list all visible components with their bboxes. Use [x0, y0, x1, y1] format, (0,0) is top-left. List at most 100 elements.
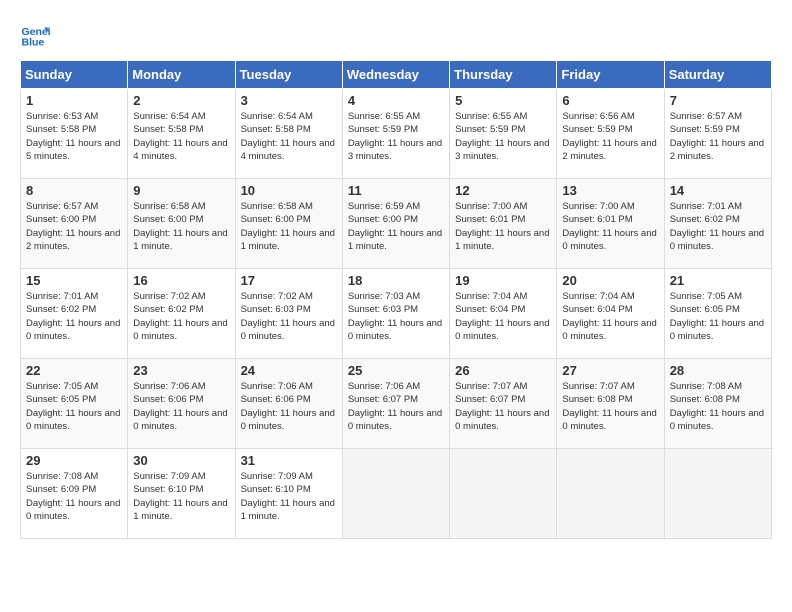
calendar-cell: 10 Sunrise: 6:58 AM Sunset: 6:00 PM Dayl…	[235, 179, 342, 269]
calendar-cell: 31 Sunrise: 7:09 AM Sunset: 6:10 PM Dayl…	[235, 449, 342, 539]
day-number: 20	[562, 273, 658, 288]
day-number: 18	[348, 273, 444, 288]
calendar-cell: 6 Sunrise: 6:56 AM Sunset: 5:59 PM Dayli…	[557, 89, 664, 179]
day-number: 6	[562, 93, 658, 108]
calendar-cell: 28 Sunrise: 7:08 AM Sunset: 6:08 PM Dayl…	[664, 359, 771, 449]
day-number: 17	[241, 273, 337, 288]
day-info: Sunrise: 7:01 AM Sunset: 6:02 PM Dayligh…	[26, 290, 122, 343]
calendar-cell: 15 Sunrise: 7:01 AM Sunset: 6:02 PM Dayl…	[21, 269, 128, 359]
calendar-week-1: 1 Sunrise: 6:53 AM Sunset: 5:58 PM Dayli…	[21, 89, 772, 179]
calendar-cell: 21 Sunrise: 7:05 AM Sunset: 6:05 PM Dayl…	[664, 269, 771, 359]
day-number: 15	[26, 273, 122, 288]
calendar-cell: 16 Sunrise: 7:02 AM Sunset: 6:02 PM Dayl…	[128, 269, 235, 359]
calendar-table: SundayMondayTuesdayWednesdayThursdayFrid…	[20, 60, 772, 539]
calendar-cell: 19 Sunrise: 7:04 AM Sunset: 6:04 PM Dayl…	[450, 269, 557, 359]
day-info: Sunrise: 7:06 AM Sunset: 6:07 PM Dayligh…	[348, 380, 444, 433]
calendar-cell: 5 Sunrise: 6:55 AM Sunset: 5:59 PM Dayli…	[450, 89, 557, 179]
day-info: Sunrise: 7:05 AM Sunset: 6:05 PM Dayligh…	[26, 380, 122, 433]
day-info: Sunrise: 7:06 AM Sunset: 6:06 PM Dayligh…	[241, 380, 337, 433]
day-number: 14	[670, 183, 766, 198]
day-info: Sunrise: 7:05 AM Sunset: 6:05 PM Dayligh…	[670, 290, 766, 343]
calendar-cell: 17 Sunrise: 7:02 AM Sunset: 6:03 PM Dayl…	[235, 269, 342, 359]
day-number: 21	[670, 273, 766, 288]
calendar-cell	[342, 449, 449, 539]
calendar-week-5: 29 Sunrise: 7:08 AM Sunset: 6:09 PM Dayl…	[21, 449, 772, 539]
day-number: 12	[455, 183, 551, 198]
calendar-week-3: 15 Sunrise: 7:01 AM Sunset: 6:02 PM Dayl…	[21, 269, 772, 359]
day-info: Sunrise: 7:04 AM Sunset: 6:04 PM Dayligh…	[562, 290, 658, 343]
day-number: 28	[670, 363, 766, 378]
day-info: Sunrise: 6:58 AM Sunset: 6:00 PM Dayligh…	[241, 200, 337, 253]
day-number: 31	[241, 453, 337, 468]
calendar-cell: 4 Sunrise: 6:55 AM Sunset: 5:59 PM Dayli…	[342, 89, 449, 179]
day-info: Sunrise: 7:02 AM Sunset: 6:03 PM Dayligh…	[241, 290, 337, 343]
calendar-cell	[450, 449, 557, 539]
calendar-cell: 18 Sunrise: 7:03 AM Sunset: 6:03 PM Dayl…	[342, 269, 449, 359]
day-header-tuesday: Tuesday	[235, 61, 342, 89]
calendar-cell: 9 Sunrise: 6:58 AM Sunset: 6:00 PM Dayli…	[128, 179, 235, 269]
calendar-cell: 13 Sunrise: 7:00 AM Sunset: 6:01 PM Dayl…	[557, 179, 664, 269]
calendar-cell: 25 Sunrise: 7:06 AM Sunset: 6:07 PM Dayl…	[342, 359, 449, 449]
day-info: Sunrise: 6:56 AM Sunset: 5:59 PM Dayligh…	[562, 110, 658, 163]
day-number: 1	[26, 93, 122, 108]
calendar-cell: 20 Sunrise: 7:04 AM Sunset: 6:04 PM Dayl…	[557, 269, 664, 359]
day-number: 27	[562, 363, 658, 378]
calendar-cell: 27 Sunrise: 7:07 AM Sunset: 6:08 PM Dayl…	[557, 359, 664, 449]
day-info: Sunrise: 7:03 AM Sunset: 6:03 PM Dayligh…	[348, 290, 444, 343]
calendar-cell: 7 Sunrise: 6:57 AM Sunset: 5:59 PM Dayli…	[664, 89, 771, 179]
day-number: 11	[348, 183, 444, 198]
day-info: Sunrise: 6:57 AM Sunset: 6:00 PM Dayligh…	[26, 200, 122, 253]
day-header-monday: Monday	[128, 61, 235, 89]
calendar-cell	[557, 449, 664, 539]
day-info: Sunrise: 7:02 AM Sunset: 6:02 PM Dayligh…	[133, 290, 229, 343]
calendar-cell: 23 Sunrise: 7:06 AM Sunset: 6:06 PM Dayl…	[128, 359, 235, 449]
day-number: 8	[26, 183, 122, 198]
day-info: Sunrise: 6:58 AM Sunset: 6:00 PM Dayligh…	[133, 200, 229, 253]
day-info: Sunrise: 7:08 AM Sunset: 6:09 PM Dayligh…	[26, 470, 122, 523]
day-number: 10	[241, 183, 337, 198]
day-header-wednesday: Wednesday	[342, 61, 449, 89]
day-number: 24	[241, 363, 337, 378]
header: General Blue	[20, 20, 772, 50]
day-info: Sunrise: 7:00 AM Sunset: 6:01 PM Dayligh…	[562, 200, 658, 253]
day-number: 9	[133, 183, 229, 198]
day-info: Sunrise: 7:04 AM Sunset: 6:04 PM Dayligh…	[455, 290, 551, 343]
day-number: 19	[455, 273, 551, 288]
day-info: Sunrise: 7:09 AM Sunset: 6:10 PM Dayligh…	[133, 470, 229, 523]
day-number: 5	[455, 93, 551, 108]
svg-text:Blue: Blue	[22, 37, 45, 49]
day-info: Sunrise: 6:53 AM Sunset: 5:58 PM Dayligh…	[26, 110, 122, 163]
day-info: Sunrise: 6:54 AM Sunset: 5:58 PM Dayligh…	[133, 110, 229, 163]
day-number: 4	[348, 93, 444, 108]
day-header-saturday: Saturday	[664, 61, 771, 89]
calendar-header: SundayMondayTuesdayWednesdayThursdayFrid…	[21, 61, 772, 89]
day-info: Sunrise: 7:07 AM Sunset: 6:07 PM Dayligh…	[455, 380, 551, 433]
calendar-cell: 1 Sunrise: 6:53 AM Sunset: 5:58 PM Dayli…	[21, 89, 128, 179]
day-info: Sunrise: 6:55 AM Sunset: 5:59 PM Dayligh…	[455, 110, 551, 163]
logo: General Blue	[20, 20, 56, 50]
day-header-friday: Friday	[557, 61, 664, 89]
day-header-sunday: Sunday	[21, 61, 128, 89]
day-number: 26	[455, 363, 551, 378]
day-number: 7	[670, 93, 766, 108]
calendar-cell: 11 Sunrise: 6:59 AM Sunset: 6:00 PM Dayl…	[342, 179, 449, 269]
calendar-cell: 14 Sunrise: 7:01 AM Sunset: 6:02 PM Dayl…	[664, 179, 771, 269]
day-number: 30	[133, 453, 229, 468]
calendar-cell: 12 Sunrise: 7:00 AM Sunset: 6:01 PM Dayl…	[450, 179, 557, 269]
calendar-week-4: 22 Sunrise: 7:05 AM Sunset: 6:05 PM Dayl…	[21, 359, 772, 449]
calendar-cell: 3 Sunrise: 6:54 AM Sunset: 5:58 PM Dayli…	[235, 89, 342, 179]
calendar-cell: 26 Sunrise: 7:07 AM Sunset: 6:07 PM Dayl…	[450, 359, 557, 449]
calendar-cell: 30 Sunrise: 7:09 AM Sunset: 6:10 PM Dayl…	[128, 449, 235, 539]
calendar-cell: 29 Sunrise: 7:08 AM Sunset: 6:09 PM Dayl…	[21, 449, 128, 539]
day-info: Sunrise: 6:57 AM Sunset: 5:59 PM Dayligh…	[670, 110, 766, 163]
day-number: 2	[133, 93, 229, 108]
day-number: 25	[348, 363, 444, 378]
day-info: Sunrise: 7:08 AM Sunset: 6:08 PM Dayligh…	[670, 380, 766, 433]
day-info: Sunrise: 6:54 AM Sunset: 5:58 PM Dayligh…	[241, 110, 337, 163]
day-info: Sunrise: 7:06 AM Sunset: 6:06 PM Dayligh…	[133, 380, 229, 433]
logo-icon: General Blue	[20, 20, 50, 50]
calendar-week-2: 8 Sunrise: 6:57 AM Sunset: 6:00 PM Dayli…	[21, 179, 772, 269]
calendar-cell	[664, 449, 771, 539]
day-number: 3	[241, 93, 337, 108]
day-number: 23	[133, 363, 229, 378]
